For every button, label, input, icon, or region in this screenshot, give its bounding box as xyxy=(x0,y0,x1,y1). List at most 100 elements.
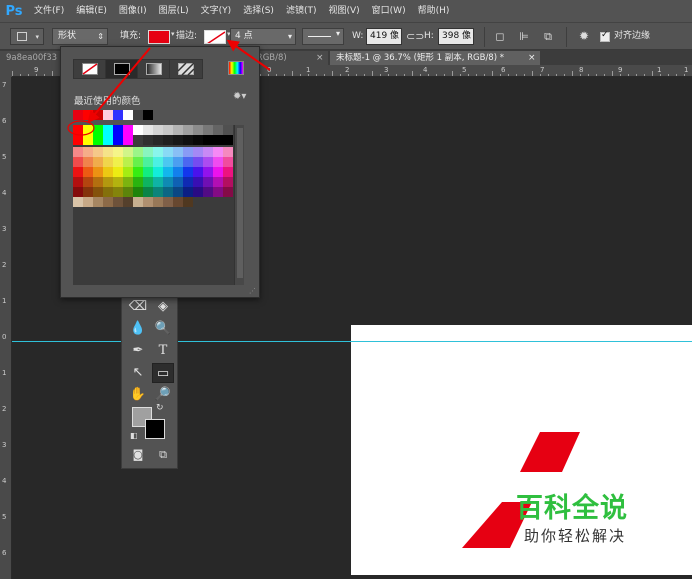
chevron-down-icon[interactable]: ▾ xyxy=(171,30,175,47)
menu-item[interactable]: 帮助(H) xyxy=(412,0,456,22)
gradient-button[interactable] xyxy=(138,60,170,78)
color-swatch[interactable] xyxy=(173,147,183,157)
color-swatch[interactable] xyxy=(93,167,103,177)
paint-bucket-tool-icon[interactable]: ◈ xyxy=(152,297,174,317)
gear-icon[interactable]: ✹ xyxy=(576,28,592,45)
path-alignment-icon[interactable]: ⊫ xyxy=(516,28,532,45)
color-swatch[interactable] xyxy=(123,187,133,197)
color-swatch[interactable] xyxy=(163,157,173,167)
zoom-tool-icon[interactable]: 🔎 xyxy=(152,385,174,405)
color-swatch[interactable] xyxy=(143,157,153,167)
color-swatch[interactable] xyxy=(153,125,163,135)
menu-item[interactable]: 文字(Y) xyxy=(195,0,238,22)
color-swatch[interactable] xyxy=(203,147,213,157)
color-swatch[interactable] xyxy=(123,167,133,177)
color-swatch[interactable] xyxy=(73,177,83,187)
color-swatch[interactable] xyxy=(73,187,83,197)
color-swatch[interactable] xyxy=(163,197,173,207)
ruler-origin[interactable] xyxy=(0,65,12,77)
color-swatch[interactable] xyxy=(163,177,173,187)
color-swatch[interactable] xyxy=(163,135,173,145)
color-swatch[interactable] xyxy=(133,167,143,177)
type-tool-icon[interactable]: T xyxy=(152,341,174,361)
color-swatch[interactable] xyxy=(153,177,163,187)
color-swatch[interactable] xyxy=(93,147,103,157)
color-swatch[interactable] xyxy=(83,167,93,177)
color-swatch[interactable] xyxy=(223,125,233,135)
stroke-color-swatch[interactable] xyxy=(204,30,226,44)
color-swatch[interactable] xyxy=(183,187,193,197)
color-swatch[interactable] xyxy=(93,197,103,207)
color-swatch[interactable] xyxy=(103,125,113,135)
color-swatch[interactable] xyxy=(83,177,93,187)
color-swatch[interactable] xyxy=(113,135,123,145)
color-swatch[interactable] xyxy=(143,177,153,187)
color-swatch[interactable] xyxy=(183,177,193,187)
color-swatch[interactable] xyxy=(173,157,183,167)
resize-grip-icon[interactable]: ⋰ xyxy=(249,287,256,295)
color-swatch[interactable] xyxy=(223,177,233,187)
color-swatch[interactable] xyxy=(83,135,93,145)
color-swatch[interactable] xyxy=(213,125,223,135)
color-swatch[interactable] xyxy=(193,125,203,135)
color-swatch[interactable] xyxy=(103,197,113,207)
color-swatch[interactable] xyxy=(183,157,193,167)
default-colors-icon[interactable]: ◧ xyxy=(130,431,138,440)
pattern-button[interactable] xyxy=(170,60,202,78)
color-swatch[interactable] xyxy=(223,157,233,167)
color-swatch[interactable] xyxy=(153,135,163,145)
color-swatch[interactable] xyxy=(153,167,163,177)
color-swatch[interactable] xyxy=(73,197,83,207)
color-swatch[interactable] xyxy=(223,187,233,197)
color-swatch[interactable] xyxy=(213,177,223,187)
recent-color-swatch[interactable] xyxy=(133,110,143,120)
color-swatch[interactable] xyxy=(183,167,193,177)
screen-mode-icon[interactable]: ⧉ xyxy=(152,445,174,465)
color-swatch[interactable] xyxy=(183,125,193,135)
color-swatch[interactable] xyxy=(103,167,113,177)
color-swatch[interactable] xyxy=(113,187,123,197)
link-icon[interactable]: ⊂⊃ xyxy=(406,28,424,45)
color-swatch[interactable] xyxy=(213,147,223,157)
color-swatch[interactable] xyxy=(123,147,133,157)
gear-icon[interactable]: ✹▾ xyxy=(233,91,246,102)
close-icon[interactable]: × xyxy=(528,51,536,65)
color-swatch[interactable] xyxy=(83,147,93,157)
color-swatch[interactable] xyxy=(93,187,103,197)
color-swatch[interactable] xyxy=(213,167,223,177)
parallelogram-top[interactable] xyxy=(520,432,580,472)
color-swatch[interactable] xyxy=(123,135,133,145)
color-swatch[interactable] xyxy=(143,147,153,157)
color-swatch[interactable] xyxy=(143,135,153,145)
color-swatch[interactable] xyxy=(113,157,123,167)
color-swatch[interactable] xyxy=(123,197,133,207)
color-swatch[interactable] xyxy=(193,135,203,145)
color-swatch[interactable] xyxy=(103,177,113,187)
menu-item[interactable]: 文件(F) xyxy=(28,0,70,22)
color-swatch[interactable] xyxy=(173,197,183,207)
color-swatch[interactable] xyxy=(153,157,163,167)
no-color-button[interactable] xyxy=(74,60,106,78)
color-swatch[interactable] xyxy=(203,187,213,197)
color-swatch[interactable] xyxy=(213,157,223,167)
recent-color-swatch[interactable] xyxy=(103,110,113,120)
color-swatch[interactable] xyxy=(173,125,183,135)
color-swatch[interactable] xyxy=(123,125,133,135)
stroke-type-select[interactable]: ▾ xyxy=(302,28,344,45)
color-swatch[interactable] xyxy=(113,197,123,207)
color-swatch[interactable] xyxy=(73,167,83,177)
color-swatch[interactable] xyxy=(173,167,183,177)
recent-color-swatch[interactable] xyxy=(143,110,153,120)
recent-color-swatch[interactable] xyxy=(93,110,103,120)
color-swatch[interactable] xyxy=(103,135,113,145)
swatches-scrollbar[interactable] xyxy=(234,125,244,285)
width-input[interactable]: 419 像 xyxy=(366,28,402,45)
scroll-thumb[interactable] xyxy=(237,128,243,278)
color-swatch[interactable] xyxy=(173,187,183,197)
tool-preset-picker[interactable]: ▾ xyxy=(10,28,44,45)
color-swatch[interactable] xyxy=(173,135,183,145)
background-color-swatch[interactable] xyxy=(145,419,165,439)
recent-color-swatch[interactable] xyxy=(83,110,93,120)
recent-color-swatch[interactable] xyxy=(123,110,133,120)
color-swatch[interactable] xyxy=(163,125,173,135)
